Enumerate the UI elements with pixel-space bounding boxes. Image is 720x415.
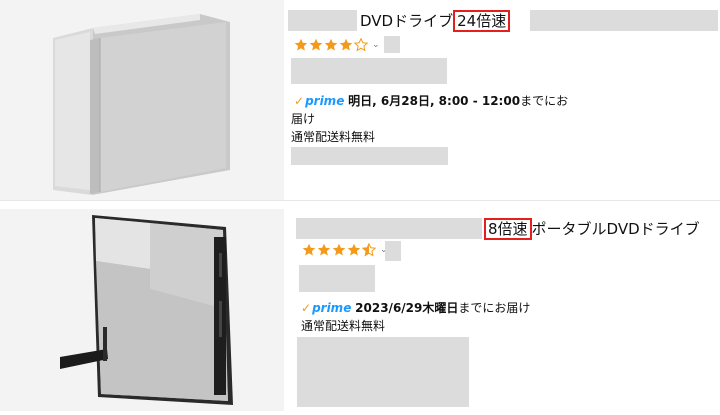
search-result-1[interactable]: DVDドライブ 24倍速 ⌄ ✓prime 明日, 6月28日, 8:00 - 1… <box>0 0 720 200</box>
delivery-info-2: ✓prime 2023/6/29木曜日までにお届け <box>301 299 530 317</box>
delivery-info-1: ✓prime 明日, 6月28日, 8:00 - 12:00までにお <box>294 92 568 110</box>
star-half-icon <box>362 243 376 257</box>
star-icon <box>317 243 331 256</box>
star-icon <box>294 38 308 51</box>
redacted-price <box>299 265 375 292</box>
redacted-review-count <box>385 241 401 261</box>
star-icon <box>332 243 346 256</box>
title-text: ポータブルDVDドライブ <box>531 220 700 238</box>
delivery-date: 明日, 6月28日, 8:00 - 12:00 <box>348 94 521 108</box>
prime-check-icon: ✓ <box>301 301 312 315</box>
redacted-extra-info <box>297 337 469 407</box>
title-text: DVDドライブ <box>360 12 454 30</box>
redacted-review-count <box>384 36 400 53</box>
product-title-2[interactable]: 8倍速 ポータブルDVDドライブ <box>484 218 700 240</box>
delivery-suffix-cont: 届け <box>291 112 316 126</box>
rating-stars-2[interactable]: ⌄ <box>302 243 388 259</box>
result-gap <box>0 200 720 209</box>
delivery-suffix: までにお届け <box>458 301 531 315</box>
portable-dvd-drive-image <box>60 215 233 405</box>
shipping-info-2: 通常配送料無料 <box>301 319 386 333</box>
star-icon <box>324 38 338 51</box>
star-icon <box>347 243 361 256</box>
prime-badge: ✓prime <box>294 94 345 108</box>
divider <box>0 200 720 201</box>
star-icon <box>309 38 323 51</box>
delivery-date: 2023/6/29木曜日 <box>355 301 459 315</box>
redacted-price <box>291 58 447 84</box>
prime-check-icon: ✓ <box>294 94 305 108</box>
shipping-info-1: 通常配送料無料 <box>291 130 376 144</box>
product-image-2[interactable] <box>0 209 284 411</box>
star-icon <box>339 38 353 51</box>
chevron-down-icon[interactable]: ⌄ <box>372 38 380 52</box>
star-empty-icon <box>354 38 368 52</box>
redacted-title-suffix <box>530 10 718 31</box>
rating-stars-1[interactable]: ⌄ <box>294 38 380 54</box>
delivery-suffix: までにお <box>520 94 569 108</box>
redacted-extra-info <box>291 147 448 165</box>
product-title-1[interactable]: DVDドライブ 24倍速 <box>360 10 511 32</box>
title-highlight: 8倍速 <box>484 218 532 240</box>
prime-badge: ✓prime <box>301 301 352 315</box>
redacted-title-prefix <box>288 10 357 31</box>
redacted-title-prefix <box>296 218 482 239</box>
title-highlight: 24倍速 <box>453 10 511 32</box>
search-result-2[interactable]: 8倍速 ポータブルDVDドライブ ⌄ ✓prime 2023/6/29木曜日までに… <box>0 209 720 411</box>
star-icon <box>302 243 316 256</box>
product-image-1[interactable] <box>0 0 284 200</box>
external-dvd-drive-image <box>53 14 230 195</box>
